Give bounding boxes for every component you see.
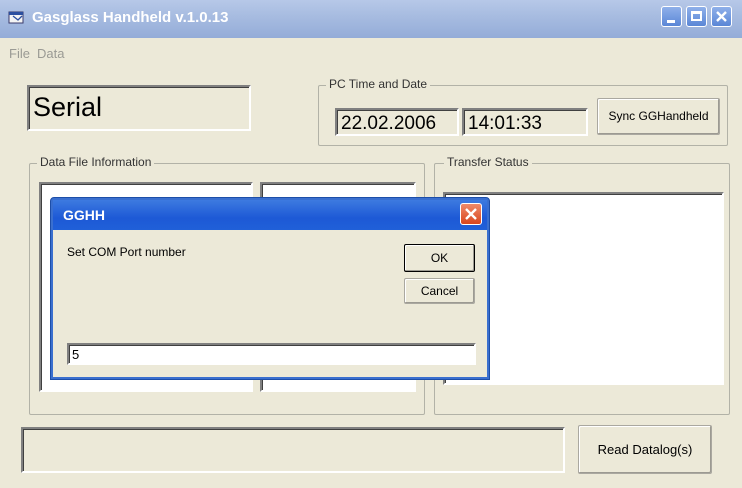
minimize-button[interactable]	[661, 6, 682, 27]
menu-data[interactable]: Data	[37, 46, 64, 61]
transfer-status-group-label: Transfer Status	[444, 155, 532, 169]
time-field: 14:01:33	[462, 108, 588, 136]
maximize-icon	[691, 11, 702, 21]
close-icon	[465, 208, 477, 220]
time-value: 14:01:33	[468, 113, 542, 134]
close-button[interactable]	[711, 6, 732, 27]
dialog-prompt: Set COM Port number	[67, 245, 186, 259]
read-datalogs-button[interactable]: Read Datalog(s)	[578, 425, 712, 474]
minimize-icon	[667, 20, 675, 23]
dialog-title: GGHH	[63, 207, 105, 223]
pc-time-group-label: PC Time and Date	[326, 77, 431, 91]
maximize-button[interactable]	[686, 6, 707, 27]
sync-button[interactable]: Sync GGHandheld	[597, 98, 720, 135]
app-icon	[8, 11, 24, 24]
window-title: Gasglass Handheld v.1.0.13	[32, 9, 229, 26]
menu-bar	[0, 38, 742, 68]
date-field: 22.02.2006	[335, 108, 459, 136]
date-value: 22.02.2006	[341, 113, 437, 134]
mode-text: Serial	[33, 92, 103, 122]
com-port-value: 5	[72, 347, 80, 362]
dialog-title-bar[interactable]	[53, 200, 487, 230]
close-icon	[716, 11, 727, 22]
mode-display: Serial	[27, 85, 251, 131]
ok-button[interactable]: OK	[404, 244, 475, 272]
dialog-close-button[interactable]	[460, 203, 482, 225]
menu-file[interactable]: File	[9, 46, 30, 61]
data-file-group-label: Data File Information	[37, 155, 155, 169]
com-port-input[interactable]: 5	[67, 343, 476, 365]
status-bar	[21, 427, 565, 473]
cancel-button[interactable]: Cancel	[404, 278, 475, 304]
